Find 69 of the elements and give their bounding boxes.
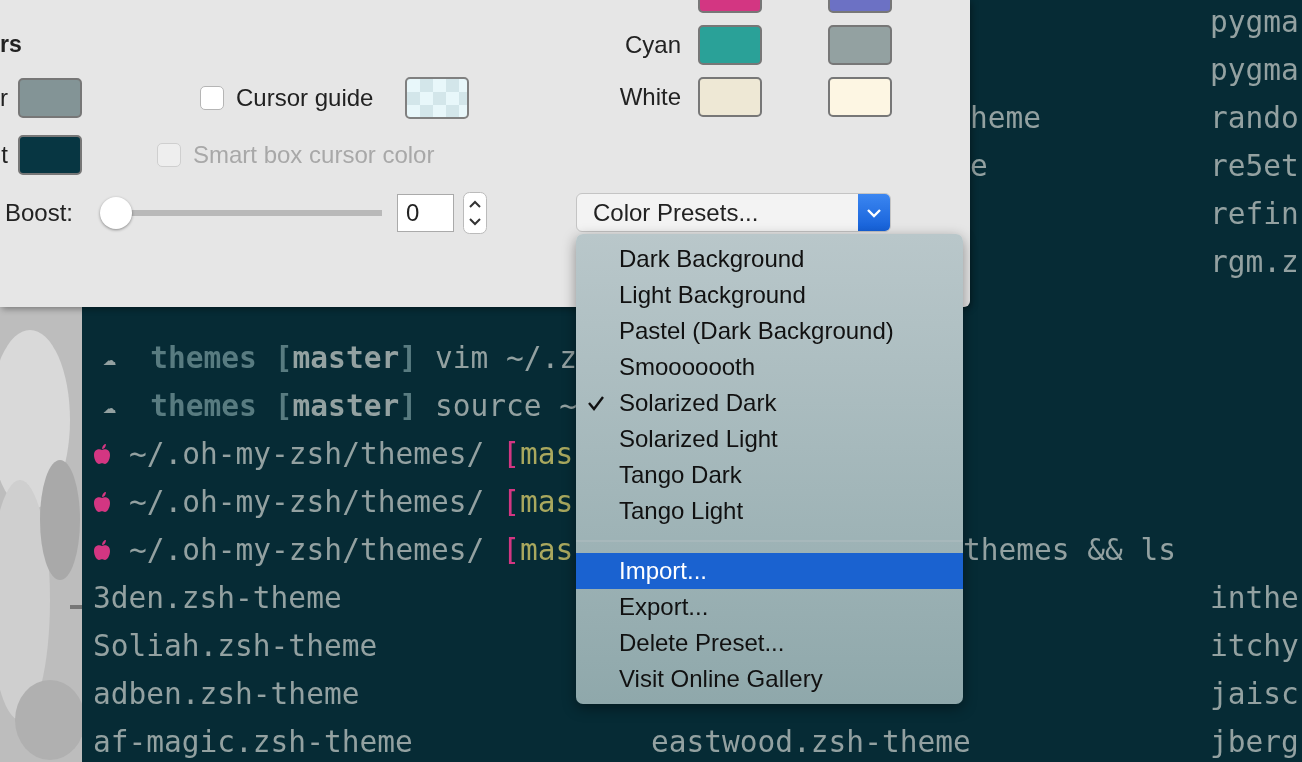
stepper-icon[interactable]: [463, 192, 487, 234]
file-name: re5et: [1210, 149, 1299, 183]
file-name: af-magic.zsh-theme: [93, 725, 413, 759]
color-swatch[interactable]: [698, 25, 762, 65]
menu-item[interactable]: Dark Background: [576, 241, 963, 277]
presets-dropdown[interactable]: Color Presets...: [576, 193, 891, 232]
prompt-directory: themes: [150, 388, 257, 425]
command-text: source ~: [434, 388, 578, 425]
branch-name: [mas: [502, 532, 574, 569]
file-name: refin: [1210, 197, 1299, 231]
checkbox-label: Smart box cursor color: [193, 141, 435, 169]
file-name: eastwood.zsh-theme: [651, 725, 971, 759]
prompt-symbol: ☁: [103, 392, 117, 420]
menu-item[interactable]: Export...: [576, 589, 963, 625]
menu-item[interactable]: Tango Dark: [576, 457, 963, 493]
menu-item[interactable]: Pastel (Dark Background): [576, 313, 963, 349]
branch-name: [mas: [502, 436, 574, 473]
branch-name: [master]: [274, 388, 417, 425]
file-name: rando: [1210, 101, 1299, 135]
command-text: themes && ls: [963, 532, 1178, 569]
color-label: Cyan: [623, 30, 681, 60]
color-label: White: [618, 82, 681, 112]
file-name: adben.zsh-theme: [93, 677, 360, 711]
checkmark-icon: [587, 395, 605, 411]
file-name: jberg: [1210, 725, 1299, 759]
command-text: vim ~/.z: [434, 340, 578, 377]
file-name: e: [970, 149, 988, 183]
branch-name: [master]: [274, 340, 417, 377]
menu-item[interactable]: Solarized Light: [576, 421, 963, 457]
slider-thumb[interactable]: [100, 197, 132, 229]
file-name: inthe: [1210, 581, 1299, 615]
file-name: 3den.zsh-theme: [93, 581, 342, 615]
prompt-directory: ~/.oh-my-zsh/themes/: [129, 484, 485, 521]
fruit-icon: [93, 539, 111, 561]
file-name: heme: [970, 101, 1042, 135]
color-label: r: [0, 84, 8, 112]
file-name: rgm.z: [1210, 245, 1299, 279]
prompt-directory: ~/.oh-my-zsh/themes/: [129, 532, 485, 569]
file-name: Soliah.zsh-theme: [93, 629, 378, 663]
menu-item[interactable]: Import...: [576, 553, 963, 589]
number-field[interactable]: 0: [397, 194, 454, 232]
menu-item[interactable]: Visit Online Gallery: [576, 661, 963, 697]
color-swatch[interactable]: [828, 25, 892, 65]
file-name: jaisc: [1210, 677, 1299, 711]
slider-label: Boost:: [5, 199, 75, 227]
prompt-symbol: ☁: [103, 344, 117, 372]
checkbox[interactable]: [200, 86, 224, 110]
menu-item[interactable]: Smooooooth: [576, 349, 963, 385]
fruit-icon: [93, 443, 111, 465]
menu-item[interactable]: Tango Light: [576, 493, 963, 529]
fruit-icon: [93, 491, 111, 513]
color-swatch[interactable]: [828, 77, 892, 117]
menu-item[interactable]: Light Background: [576, 277, 963, 313]
color-swatch[interactable]: [698, 77, 762, 117]
checkbox-label: Cursor guide: [236, 84, 374, 112]
color-swatch[interactable]: [405, 77, 470, 119]
prompt-directory: ~/.oh-my-zsh/themes/: [129, 436, 485, 473]
prompt-directory: themes: [150, 340, 257, 377]
section-heading: rs: [0, 30, 23, 58]
menu-item[interactable]: Delete Preset...: [576, 625, 963, 661]
file-name: pygma: [1210, 5, 1299, 39]
file-name: itchy: [1210, 629, 1299, 663]
color-label: t: [0, 141, 8, 169]
color-swatch[interactable]: [18, 135, 82, 175]
menu-item[interactable]: Solarized Dark: [576, 385, 963, 421]
chevron-down-icon: [866, 207, 882, 218]
color-swatch[interactable]: [18, 78, 82, 118]
branch-name: [mas: [502, 484, 574, 521]
file-name: pygma: [1210, 53, 1299, 87]
